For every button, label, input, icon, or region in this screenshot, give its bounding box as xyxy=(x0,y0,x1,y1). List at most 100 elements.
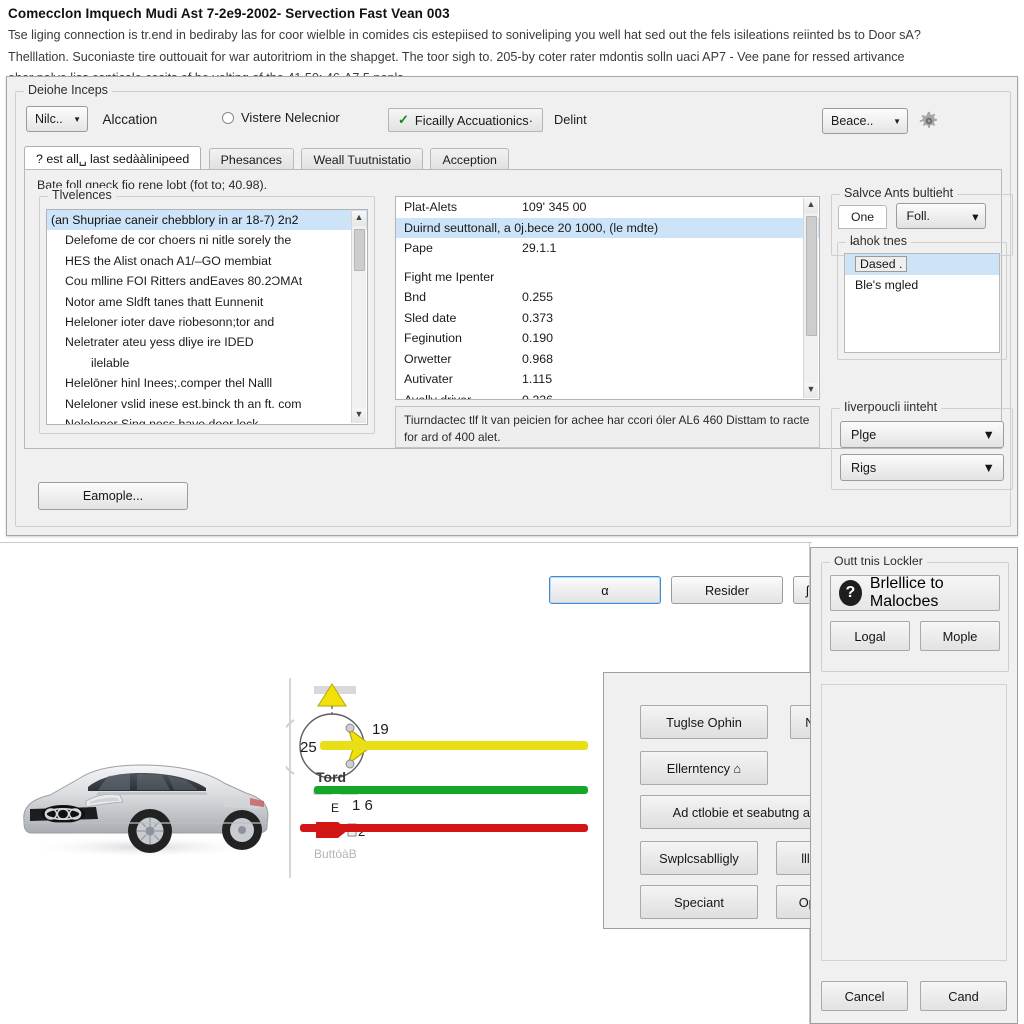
ahok-tnes-list[interactable]: Dased . Ble's mgled xyxy=(844,253,1000,353)
list-item[interactable]: Neleloner vslid inese est.binck th an ft… xyxy=(47,394,367,414)
scroll-up-icon[interactable]: ▲ xyxy=(352,211,366,226)
dialog-tab-strip: ? est all␣ last sedààlinipeed Phesances … xyxy=(24,146,1002,172)
detail-scrollbar[interactable]: ▲ ▼ xyxy=(803,198,818,398)
ok-button[interactable]: α xyxy=(549,576,661,604)
row-key: Sled date xyxy=(404,310,457,325)
iiverpoucli-legend: Iiverpoucli iinteht xyxy=(840,400,942,414)
list-item[interactable]: Dased . xyxy=(845,254,999,275)
ficailly-accuationics-label: Ficailly Accuationics· xyxy=(414,112,533,128)
reset-button[interactable]: Resider xyxy=(671,576,783,604)
table-row[interactable]: Sled date 0.373 xyxy=(396,308,819,329)
tabpage-right-column: Salvce Ants bultieht One Foll. ▾ l̵ahok … xyxy=(831,180,1013,490)
page-title: Comecclon Imquech Mudi Ast 7-2e9-2002- S… xyxy=(8,6,450,21)
tlvelences-listbox[interactable]: (an Shupriae caneir chebblory in ar 18-7… xyxy=(46,209,368,425)
rigs-combo-value: Rigs xyxy=(851,460,877,475)
list-item[interactable]: Delefome de cor choers ni nitle sorely t… xyxy=(47,230,367,250)
table-row[interactable]: Plat-Alets 109' 345 00 xyxy=(396,197,819,218)
scroll-down-icon[interactable]: ▼ xyxy=(352,408,366,423)
list-item[interactable]: Helelōner hinl Inees;.comper thel Nalll xyxy=(47,373,367,393)
delint-label: Delint xyxy=(554,112,587,127)
swplcsablligly-button[interactable]: Swplcsablligly xyxy=(640,841,758,875)
row-value: 0.226 xyxy=(522,392,554,400)
tab-page-panel: Bate foll gneck fio rene lobt (fot to; 4… xyxy=(24,169,1013,490)
list-item[interactable]: Cou mlline FOI Ritters andEaves 80.2ƆMAt xyxy=(47,271,367,291)
vehicle-image xyxy=(10,735,278,865)
list-item[interactable]: ilelable xyxy=(47,353,367,373)
foll-combo[interactable]: Foll. ▾ xyxy=(895,203,986,229)
row-key: Pape xyxy=(404,241,433,255)
header-paragraph-line-2: Thelllation. Suconiaste tire outtouait f… xyxy=(8,49,905,64)
list-item[interactable]: HES the Alist onach A1/–GO membiat xyxy=(47,251,367,271)
plge-combo[interactable]: Plge ▼ xyxy=(840,421,1004,448)
brlellice-help-label: Brlellice to Malocbes xyxy=(869,575,944,610)
cand-button[interactable]: Cand xyxy=(920,981,1007,1011)
wire-green xyxy=(314,786,588,794)
vistere-radio-option[interactable]: Vistere Nelecnior xyxy=(222,110,340,125)
dialog-outer-group: Deiohe Inceps Nilc.. ▼ Alccation Vistere… xyxy=(15,83,1013,527)
scroll-down-icon[interactable]: ▼ xyxy=(804,383,818,398)
row-key: Avelly driver xyxy=(404,392,472,400)
list-item[interactable]: (an Shupriae caneir chebblory in ar 18-7… xyxy=(47,210,367,231)
row-key: Autivater xyxy=(404,372,453,386)
beace-combo[interactable]: Beace.. ▼ xyxy=(822,108,908,134)
row-value: 1.115 xyxy=(522,372,553,386)
mople-button[interactable]: Mople xyxy=(920,621,1000,651)
list-item[interactable]: Neletrater ateu yess dliye ire IDED xyxy=(47,332,367,352)
divider xyxy=(0,542,812,543)
ellerntency-button[interactable]: Ellerntency ⌂ xyxy=(640,751,768,785)
listbox-scrollbar[interactable]: ▲ ▼ xyxy=(351,211,366,423)
allocation-combo[interactable]: Nilc.. ▼ xyxy=(26,106,88,132)
list-item[interactable]: Notor ame Sldft tanes thatt Eunnenit xyxy=(47,292,367,312)
list-item[interactable]: Ble's mgled xyxy=(845,275,999,296)
foll-combo-value: Foll. xyxy=(906,209,930,223)
side-panel: Outt tnis Lockler ? Brlellice to Malocbe… xyxy=(810,547,1018,1024)
speciant-button[interactable]: Speciant xyxy=(640,885,758,919)
table-row[interactable]: Orwetter 0.968 xyxy=(396,349,819,370)
beace-combo-value: Beace.. xyxy=(831,114,874,128)
salvce-tab-row: One Foll. ▾ xyxy=(838,203,1006,229)
table-row[interactable]: Feginution 0.190 xyxy=(396,328,819,349)
side-panel-button-row: Logal Mople xyxy=(830,621,1000,651)
table-row[interactable]: Avelly driver 0.226 xyxy=(396,390,819,400)
tlvelences-legend: Tlvelences xyxy=(48,188,116,202)
tab-one[interactable]: One xyxy=(838,205,888,229)
row-key: Fight me Ipenter xyxy=(404,269,495,284)
eamople-button[interactable]: Eamople... xyxy=(38,482,188,510)
dialog-footer-buttons: α Resider ʃung xyxy=(549,576,844,604)
scrollbar-thumb[interactable] xyxy=(806,216,817,336)
vistere-radio-label: Vistere Nelecnior xyxy=(241,110,340,125)
list-item[interactable]: Heleloner ioter dave riobesonn;tor and xyxy=(47,312,367,332)
radio-button-icon[interactable] xyxy=(222,111,234,124)
brlellice-help-button[interactable]: ? Brlellice to Malocbes xyxy=(830,575,1000,611)
table-row[interactable]: Autivater 1.115 xyxy=(396,369,819,390)
table-row[interactable]: Bnd 0.255 xyxy=(396,287,819,308)
row-key: Duirnd seuttonall, a 0j.bece 20 1000, (l… xyxy=(404,220,659,235)
scrollbar-thumb[interactable] xyxy=(354,229,365,271)
chevron-down-icon: ▼ xyxy=(73,114,81,124)
table-row[interactable]: Fight me Ipenter xyxy=(396,267,819,288)
iiverpoucli-group: Iiverpoucli iinteht Plge ▼ Rigs ▼ xyxy=(831,400,1013,490)
wire-yellow xyxy=(320,741,588,750)
chevron-down-icon: ▾ xyxy=(972,209,979,224)
side-panel-body xyxy=(821,684,1007,961)
rigs-combo[interactable]: Rigs ▼ xyxy=(840,454,1004,481)
scroll-up-icon[interactable]: ▲ xyxy=(804,198,818,213)
list-item[interactable]: Neleloner Sing ness have door lock. xyxy=(47,414,367,424)
row-value: 0.373 xyxy=(522,310,554,325)
ficailly-accuationics-toggle[interactable]: ✓ Ficailly Accuationics· xyxy=(388,108,543,132)
logal-button[interactable]: Logal xyxy=(830,621,910,651)
tuglse-ophin-button[interactable]: Tuglse Ophin xyxy=(640,705,768,739)
allocation-combo-value: Nilc.. xyxy=(35,112,63,126)
checkmark-icon: ✓ xyxy=(398,112,409,127)
detail-table[interactable]: Plat-Alets 109' 345 00 Duirnd seuttonall… xyxy=(395,196,820,400)
row-value: 0.968 xyxy=(522,351,554,366)
cancel-button[interactable]: Cancel xyxy=(821,981,908,1011)
table-row[interactable]: Duirnd seuttonall, a 0j.bece 20 1000, (l… xyxy=(396,217,819,238)
ahok-tnes-legend: l̵ahok tnes xyxy=(846,234,911,248)
row-value: 0.190 xyxy=(522,331,554,345)
table-row[interactable]: Pape 29.1.1 xyxy=(396,238,819,259)
gear-icon[interactable] xyxy=(918,110,940,132)
list-item-label: Dased . xyxy=(855,256,908,272)
chevron-down-icon: ▼ xyxy=(982,427,995,442)
chevron-down-icon: ▼ xyxy=(982,460,995,475)
